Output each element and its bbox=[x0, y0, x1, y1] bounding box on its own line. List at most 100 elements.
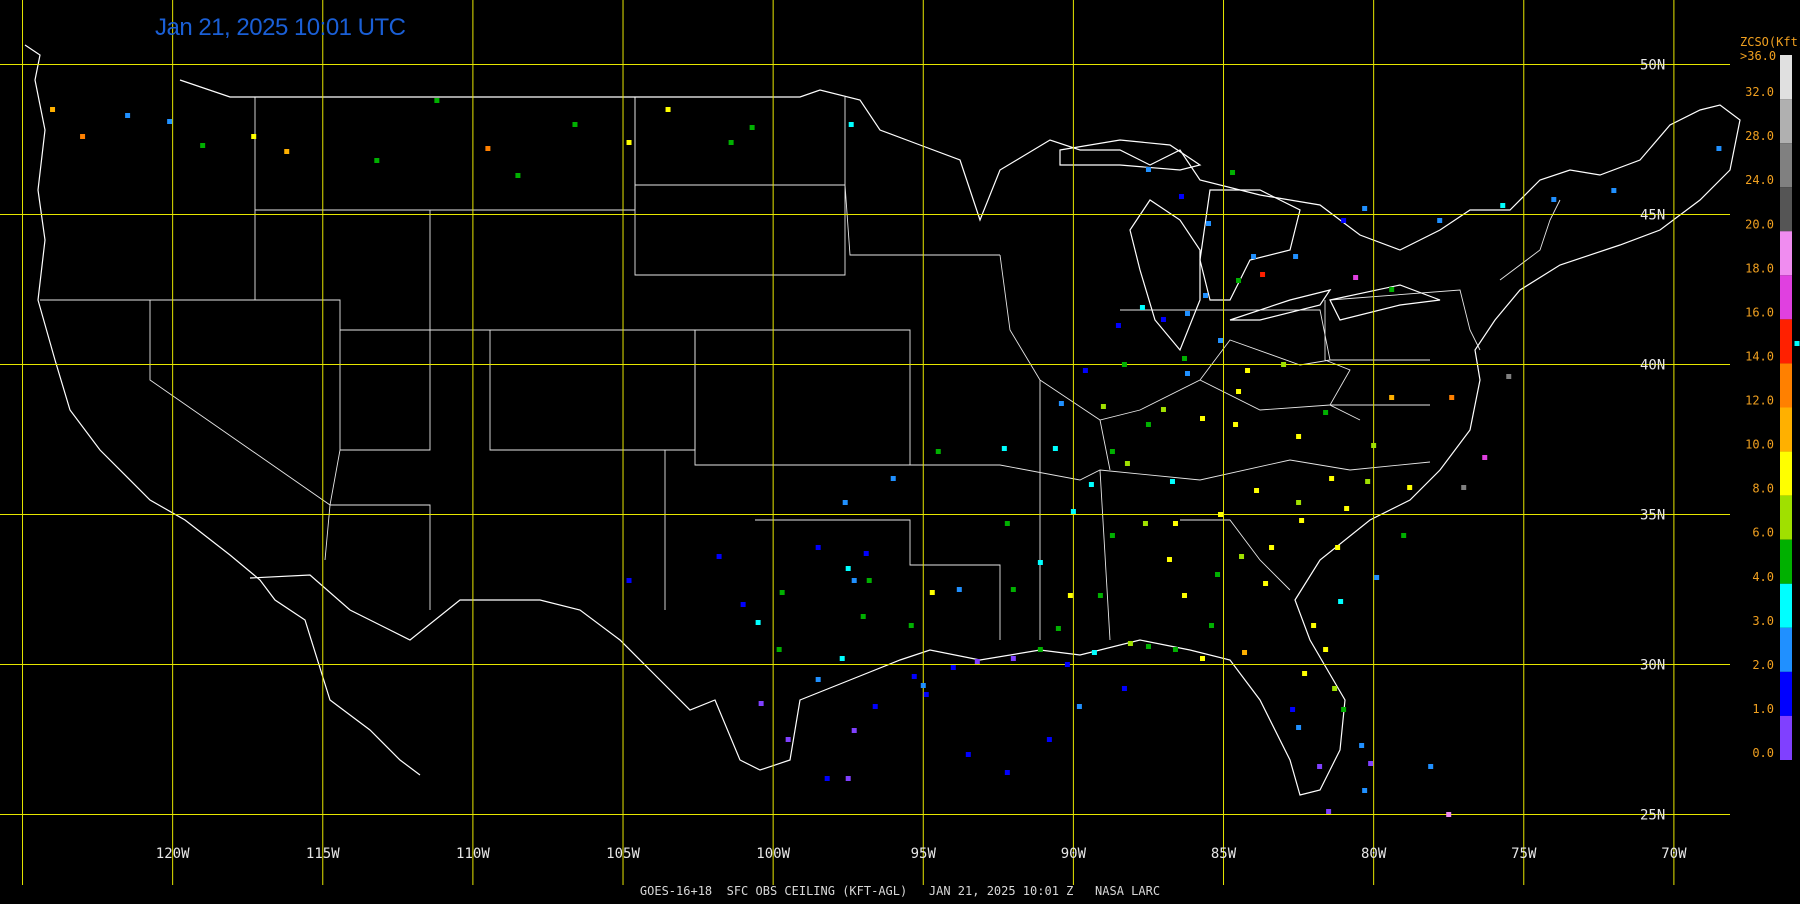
station-marker bbox=[1200, 416, 1206, 421]
station-marker bbox=[1046, 737, 1052, 742]
colorbar-tick-label: 1.0 bbox=[1752, 702, 1774, 716]
station-marker bbox=[779, 590, 785, 595]
station-marker bbox=[1233, 422, 1239, 427]
station-marker bbox=[1218, 338, 1224, 343]
station-marker bbox=[845, 776, 851, 781]
colorbar-swatch bbox=[1780, 143, 1792, 188]
lat-label: 35N bbox=[1640, 508, 1665, 524]
station-marker bbox=[815, 677, 821, 682]
station-marker bbox=[1172, 521, 1178, 526]
colorbar-tick-label: 14.0 bbox=[1745, 349, 1774, 363]
station-marker bbox=[1293, 254, 1299, 259]
colorbar-swatch bbox=[1780, 715, 1792, 760]
station-marker bbox=[1401, 533, 1407, 538]
lon-label: 105W bbox=[606, 846, 640, 862]
station-marker bbox=[1311, 623, 1317, 628]
station-marker bbox=[1109, 449, 1115, 454]
station-marker bbox=[1215, 572, 1221, 577]
station-marker bbox=[1010, 656, 1016, 661]
station-marker bbox=[1335, 545, 1341, 550]
station-marker bbox=[950, 665, 956, 670]
station-marker bbox=[956, 587, 962, 592]
station-marker bbox=[935, 449, 941, 454]
station-marker bbox=[1551, 197, 1557, 202]
station-marker bbox=[1362, 788, 1368, 793]
station-marker bbox=[728, 140, 734, 145]
station-marker bbox=[1070, 509, 1076, 514]
colorbar-top-label: >36.0 bbox=[1740, 49, 1776, 63]
colorbar-swatch bbox=[1780, 231, 1792, 276]
station-marker bbox=[1203, 293, 1209, 298]
station-marker bbox=[1302, 671, 1308, 676]
lat-label: 30N bbox=[1640, 658, 1665, 674]
colorbar-tick-label: 16.0 bbox=[1745, 305, 1774, 319]
station-marker bbox=[1115, 323, 1121, 328]
station-marker bbox=[1236, 389, 1242, 394]
station-marker bbox=[1338, 599, 1344, 604]
colorbar-tick-label: 32.0 bbox=[1745, 85, 1774, 99]
station-marker bbox=[839, 656, 845, 661]
station-marker bbox=[1169, 479, 1175, 484]
station-marker bbox=[1004, 770, 1010, 775]
station-marker bbox=[1145, 422, 1151, 427]
station-markers bbox=[50, 98, 1800, 817]
station-marker bbox=[1142, 521, 1148, 526]
station-marker bbox=[1329, 476, 1335, 481]
station-marker bbox=[1374, 575, 1380, 580]
station-marker bbox=[1239, 554, 1245, 559]
colorbar-tick-label: 28.0 bbox=[1745, 129, 1774, 143]
station-marker bbox=[845, 566, 851, 571]
station-marker bbox=[1260, 272, 1266, 277]
station-marker bbox=[1121, 686, 1127, 691]
station-marker bbox=[1362, 206, 1368, 211]
station-marker bbox=[50, 107, 56, 112]
colorbar-title: ZCSO(Kft) bbox=[1740, 35, 1800, 49]
station-marker bbox=[1506, 374, 1512, 379]
station-marker bbox=[1353, 275, 1359, 280]
station-marker bbox=[890, 476, 896, 481]
station-marker bbox=[1127, 641, 1133, 646]
station-marker bbox=[965, 752, 971, 757]
station-marker bbox=[1010, 587, 1016, 592]
station-marker bbox=[716, 554, 722, 559]
station-marker bbox=[1245, 368, 1251, 373]
station-marker bbox=[851, 578, 857, 583]
station-marker bbox=[374, 158, 380, 163]
station-marker bbox=[1200, 656, 1206, 661]
station-marker bbox=[1067, 593, 1073, 598]
lon-label: 110W bbox=[456, 846, 490, 862]
lat-label: 45N bbox=[1640, 208, 1665, 224]
station-marker bbox=[1323, 647, 1329, 652]
lon-label: 100W bbox=[756, 846, 790, 862]
us-outline bbox=[24, 44, 1741, 796]
station-marker bbox=[626, 140, 632, 145]
map-panel: 120W 115W 110W 105W 100W 95W 90W 85W 80W 75W 70W 50… bbox=[0, 0, 1800, 900]
station-marker bbox=[1076, 704, 1082, 709]
colorbar-swatch bbox=[1780, 451, 1792, 496]
station-marker bbox=[1091, 650, 1097, 655]
colorbar-tick-label: 2.0 bbox=[1752, 658, 1774, 672]
station-marker bbox=[1428, 764, 1434, 769]
colorbar-swatch bbox=[1780, 583, 1792, 628]
map-canvas: 120W 115W 110W 105W 100W 95W 90W 85W 80W 75W 70W 50… bbox=[0, 0, 1800, 885]
colorbar-tick-label: 18.0 bbox=[1745, 261, 1774, 275]
station-marker bbox=[125, 113, 131, 118]
station-marker bbox=[1218, 512, 1224, 517]
station-marker bbox=[1296, 725, 1302, 730]
station-marker bbox=[1145, 167, 1151, 172]
station-marker bbox=[1100, 404, 1106, 409]
state-borders bbox=[40, 97, 1561, 641]
station-marker bbox=[1437, 218, 1443, 223]
colorbar-tick-label: 6.0 bbox=[1752, 526, 1774, 540]
station-marker bbox=[434, 98, 440, 103]
lat-label: 50N bbox=[1640, 58, 1665, 74]
station-marker bbox=[1269, 545, 1275, 550]
station-marker bbox=[740, 602, 746, 607]
station-marker bbox=[1341, 707, 1347, 712]
colorbar-swatch bbox=[1780, 539, 1792, 584]
station-marker bbox=[863, 551, 869, 556]
station-marker bbox=[1037, 647, 1043, 652]
station-marker bbox=[1371, 443, 1377, 448]
station-marker bbox=[872, 704, 878, 709]
colorbar-swatch bbox=[1780, 55, 1792, 100]
